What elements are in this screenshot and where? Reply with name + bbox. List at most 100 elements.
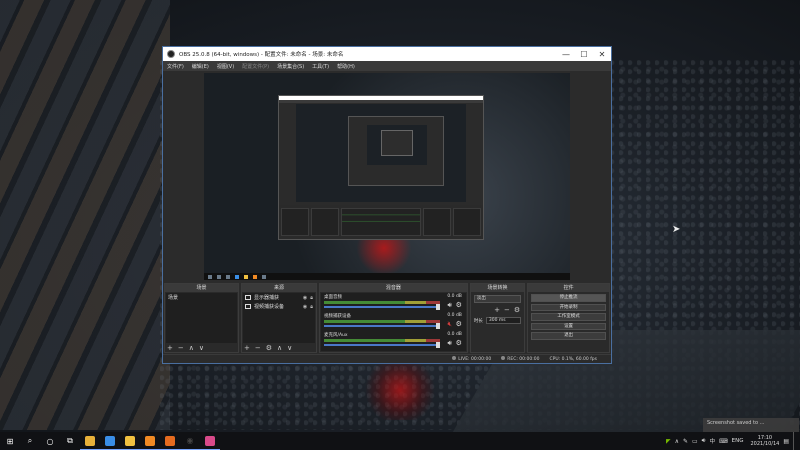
visibility-eye-icon[interactable]: ◉ <box>303 304 307 310</box>
app-orange-square-icon <box>145 435 155 446</box>
duration-input[interactable]: 300 ms <box>485 317 522 324</box>
app-orange2-square-icon <box>165 435 175 446</box>
app-orange-icon[interactable] <box>140 432 160 450</box>
volume-slider[interactable] <box>323 304 440 310</box>
file-explorer-icon[interactable] <box>120 432 140 450</box>
duration-row: 时长 300 ms <box>471 314 524 324</box>
app-blue-icon[interactable] <box>100 432 120 450</box>
track-db: 0.0 dB <box>447 313 462 318</box>
mixer-track-mic-aux: 麦克风/Aux 0.0 dB 🔊︎ ⚙ <box>321 331 466 350</box>
obs-window[interactable]: OBS 25.0.8 (64-bit, windows) - 配置文件: 未命名… <box>162 46 612 364</box>
menu-profile[interactable]: 配置文件(P) <box>242 63 269 70</box>
remove-source-icon[interactable]: − <box>255 344 261 352</box>
add-transition-icon[interactable]: + <box>494 306 500 314</box>
ime-indicator[interactable]: 中 <box>709 437 715 445</box>
volume-icon[interactable]: 🔊︎ <box>702 437 706 445</box>
clock[interactable]: 17:10 2021/10/14 <box>751 435 780 447</box>
language-indicator[interactable]: ENG <box>732 438 744 444</box>
obs-icon[interactable]: ◉ <box>180 432 200 450</box>
app-blue-square-icon <box>105 435 115 446</box>
add-scene-icon[interactable]: + <box>167 344 173 352</box>
app-orange2-icon[interactable] <box>160 432 180 450</box>
transition-gear-icon[interactable]: ⚙ <box>514 306 520 314</box>
menu-help[interactable]: 帮助(H) <box>337 63 355 70</box>
stop-streaming-button[interactable]: 停止推流 <box>531 294 606 302</box>
scene-item[interactable]: 场景 <box>166 293 237 302</box>
settings-button[interactable]: 设置 <box>531 322 606 330</box>
volume-meter <box>323 339 440 342</box>
lock-icon[interactable]: 🔒︎ <box>310 304 313 310</box>
window-title: OBS 25.0.8 (64-bit, windows) - 配置文件: 未命名… <box>179 52 344 58</box>
source-item-video-capture[interactable]: 视频捕获设备 ◉ 🔒︎ <box>243 302 315 311</box>
keyboard-icon[interactable]: ⌨ <box>719 438 728 445</box>
rec-status: REC: 00:00:00 <box>501 356 540 362</box>
source-settings-gear-icon[interactable]: ⚙ <box>266 344 272 352</box>
track-gear-icon[interactable]: ⚙ <box>456 301 462 309</box>
cortana-icon[interactable]: ○ <box>40 432 60 450</box>
track-gear-icon[interactable]: ⚙ <box>456 339 462 347</box>
volume-meter <box>323 301 440 304</box>
preview-canvas[interactable] <box>204 73 570 280</box>
menu-file[interactable]: 文件(F) <box>167 63 184 70</box>
taskbar: ⊞ ⌕ ○ ⧉ ◉ ◤ ∧ ✎ ▭ 🔊︎ 中 ⌨ ENG 17:10 2021/10/1… <box>0 432 800 450</box>
remove-scene-icon[interactable]: − <box>178 344 184 352</box>
dock-area: 场景 场景 + − ∧ ∨ 来源 显示器捕获 ◉ 🔒︎ 视频捕获设备 ◉ 🔒︎ … <box>163 283 611 353</box>
close-icon[interactable]: ✕ <box>593 50 611 59</box>
track-gear-icon[interactable]: ⚙ <box>456 320 462 328</box>
move-down-icon[interactable]: ∨ <box>199 344 204 352</box>
lock-icon[interactable]: 🔒︎ <box>310 295 313 301</box>
source-label: 显示器捕获 <box>253 295 279 301</box>
source-label: 视频捕获设备 <box>253 304 284 310</box>
controls-header: 控件 <box>528 284 609 292</box>
track-db: 0.0 dB <box>447 332 462 337</box>
app-pink-icon[interactable] <box>200 432 220 450</box>
scenes-toolbar: + − ∧ ∨ <box>167 344 204 352</box>
speaker-icon[interactable]: 🔊︎ <box>447 301 451 310</box>
visibility-eye-icon[interactable]: ◉ <box>303 295 307 301</box>
speaker-muted-icon[interactable]: 🔇︎ <box>447 320 451 329</box>
menu-tools[interactable]: 工具(T) <box>312 63 329 70</box>
menu-edit[interactable]: 编辑(E) <box>192 63 209 70</box>
transitions-header: 场景转换 <box>470 284 525 292</box>
maximize-icon[interactable]: ☐ <box>575 50 593 59</box>
nvidia-icon[interactable]: ◤ <box>666 438 671 445</box>
minimize-icon[interactable]: — <box>557 50 575 59</box>
sources-list[interactable]: 显示器捕获 ◉ 🔒︎ 视频捕获设备 ◉ 🔒︎ <box>242 293 315 343</box>
pen-icon[interactable]: ✎ <box>683 438 688 445</box>
task-view-icon[interactable]: ⧉ <box>60 432 80 450</box>
network-icon[interactable]: ▭ <box>692 438 698 445</box>
menubar: 文件(F) 编辑(E) 视图(V) 配置文件(P) 场景集合(S) 工具(T) … <box>163 61 611 71</box>
source-item-display-capture[interactable]: 显示器捕获 ◉ 🔒︎ <box>243 293 315 302</box>
mixer-tracks: 桌面音频 0.0 dB 🔊︎ ⚙ 视频捕获设备 0.0 dB 🔇︎ ⚙ 麦克风/… <box>320 293 466 351</box>
speaker-icon[interactable]: 🔊︎ <box>447 339 451 348</box>
volume-slider[interactable] <box>323 323 440 329</box>
start-recording-button[interactable]: 开始录制 <box>531 303 606 311</box>
transitions-dock: 场景转换 淡出 + − ⚙ 时长 300 ms <box>469 283 526 353</box>
track-name: 视频捕获设备 <box>323 314 351 319</box>
monitor-icon <box>244 295 251 300</box>
preview-taskbar <box>204 273 570 280</box>
exit-button[interactable]: 退出 <box>531 332 606 340</box>
studio-mode-button[interactable]: 工作室模式 <box>531 313 606 321</box>
move-up-icon[interactable]: ∧ <box>189 344 194 352</box>
menu-scene-collection[interactable]: 场景集合(S) <box>277 63 304 70</box>
window-titlebar[interactable]: OBS 25.0.8 (64-bit, windows) - 配置文件: 未命名… <box>163 47 611 61</box>
volume-slider[interactable] <box>323 342 440 348</box>
mixer-track-desktop-audio: 桌面音频 0.0 dB 🔊︎ ⚙ <box>321 293 466 312</box>
move-down-icon[interactable]: ∨ <box>287 344 292 352</box>
menu-view[interactable]: 视图(V) <box>217 63 234 70</box>
start-icon[interactable]: ⊞ <box>0 432 20 450</box>
chevron-up-icon[interactable]: ∧ <box>675 438 679 445</box>
remove-transition-icon[interactable]: − <box>504 306 510 314</box>
show-desktop-button[interactable] <box>793 432 796 450</box>
search-icon[interactable]: ⌕ <box>20 432 40 450</box>
controls-dock: 控件 停止推流 开始录制 工作室模式 设置 退出 <box>527 283 610 353</box>
move-up-icon[interactable]: ∧ <box>277 344 282 352</box>
chrome-icon[interactable] <box>80 432 100 450</box>
toast-notification[interactable]: Screenshot saved to ... <box>703 418 799 432</box>
mouse-cursor-icon: ➤ <box>672 224 681 235</box>
add-source-icon[interactable]: + <box>244 344 250 352</box>
notification-center-icon[interactable]: ▤ <box>783 438 789 445</box>
scenes-list[interactable]: 场景 <box>166 293 237 343</box>
transition-select[interactable]: 淡出 <box>473 295 522 303</box>
